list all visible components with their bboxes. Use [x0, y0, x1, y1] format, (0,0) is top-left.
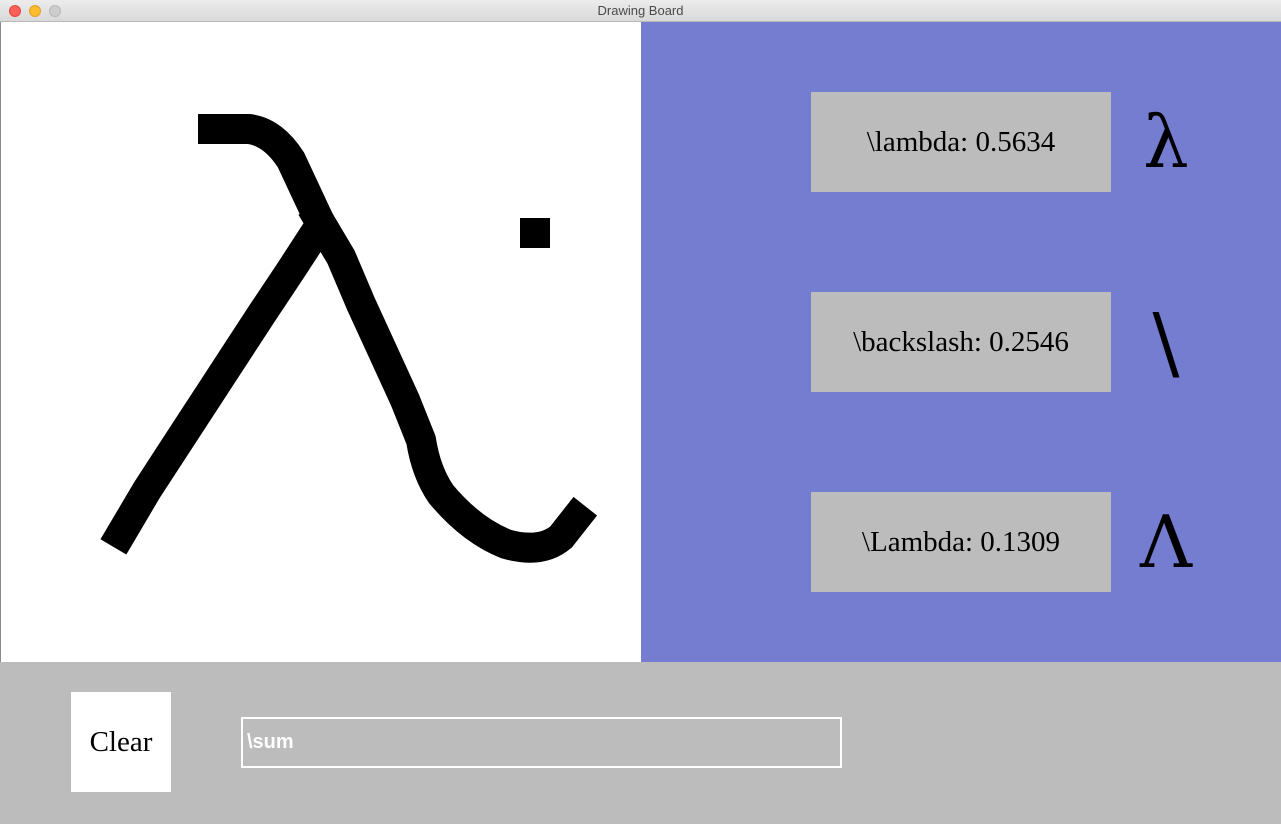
prediction-box-3: \Lambda: 0.1309 — [811, 492, 1111, 592]
predictions-panel: \lambda: 0.5634 λ \backslash: 0.2546 \ \… — [641, 22, 1281, 662]
latex-input[interactable] — [241, 717, 842, 768]
app-window: Drawing Board \lambda: 0.5634 λ \backsla… — [0, 0, 1281, 824]
lambda-icon: λ — [1143, 100, 1189, 184]
backslash-icon: \ — [1152, 295, 1180, 389]
drawn-lambda-stroke — [100, 114, 598, 563]
bottom-toolbar: Clear — [0, 662, 1281, 824]
capital-lambda-icon: Λ — [1140, 500, 1192, 584]
prediction-box-1: \lambda: 0.5634 — [811, 92, 1111, 192]
drawn-dot — [520, 218, 550, 248]
window-title: Drawing Board — [597, 3, 684, 18]
clear-button[interactable]: Clear — [71, 692, 171, 792]
title-bar: Drawing Board — [0, 0, 1281, 22]
drawing-surface[interactable] — [1, 22, 641, 662]
prediction-box-2: \backslash: 0.2546 — [811, 292, 1111, 392]
drawing-canvas[interactable] — [0, 22, 641, 662]
